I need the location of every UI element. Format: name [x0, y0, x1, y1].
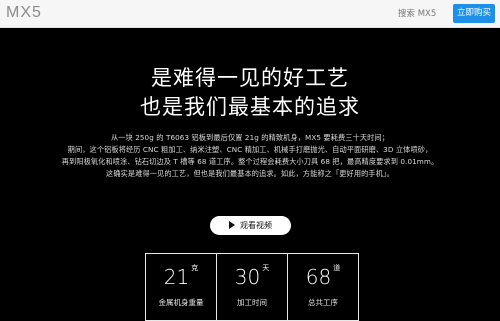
buy-now-button[interactable]: 立即购买	[453, 4, 495, 23]
description-line-4: 这确实是难得一见的工艺，但也是我们最基本的追求。如此，方能称之「更好用的手机」。	[106, 169, 394, 178]
stat-label: 总共工序	[308, 298, 338, 307]
stat-card-time: 30 天 加工时间	[216, 253, 288, 321]
stat-unit: 道	[333, 264, 341, 272]
stat-value-wrapper: 68 道	[288, 264, 358, 289]
headline-line-1: 是难得一见的好工艺	[151, 66, 349, 90]
stat-value-wrapper: 30 天	[217, 264, 287, 289]
stat-value: 30	[234, 265, 261, 289]
stat-label: 金属机身重量	[158, 298, 204, 307]
description-line-2: 期间，这个铝板将经历 CNC 粗加工、纳米注塑、CNC 精加工、机械手打磨抛光、…	[67, 145, 433, 154]
stat-card-processes: 68 道 总共工序	[287, 253, 359, 321]
watch-video-label: 观看视频	[240, 221, 272, 230]
stat-value: 21	[163, 265, 190, 289]
play-icon	[229, 221, 235, 229]
description-line-1: 从一块 250g 的 T6063 铝板到最后仅置 21g 的精致机身，MX5 要…	[110, 133, 390, 142]
stat-value-wrapper: 21 克	[146, 264, 216, 289]
stat-value: 68	[305, 265, 332, 289]
stat-card-weight: 21 克 金属机身重量	[145, 253, 217, 321]
top-navigation-bar: MX5 搜索 MX5 立即购买	[0, 0, 500, 28]
headline-line-2: 也是我们最基本的追求	[140, 95, 360, 119]
stat-unit: 天	[262, 264, 270, 272]
stat-unit: 克	[191, 264, 199, 272]
search-link[interactable]: 搜索 MX5	[398, 7, 436, 19]
watch-video-button[interactable]: 观看视频	[210, 216, 291, 235]
brand-logo[interactable]: MX5	[6, 4, 42, 22]
description-line-3: 再到阳极氧化和喷涂、钻石切边及 T 槽等 68 道工序。整个过程会耗费大小刀具 …	[61, 157, 439, 166]
stat-label: 加工时间	[237, 298, 267, 307]
hero-section: 是难得一见的好工艺 也是我们最基本的追求 从一块 250g 的 T6063 铝板…	[0, 28, 500, 321]
